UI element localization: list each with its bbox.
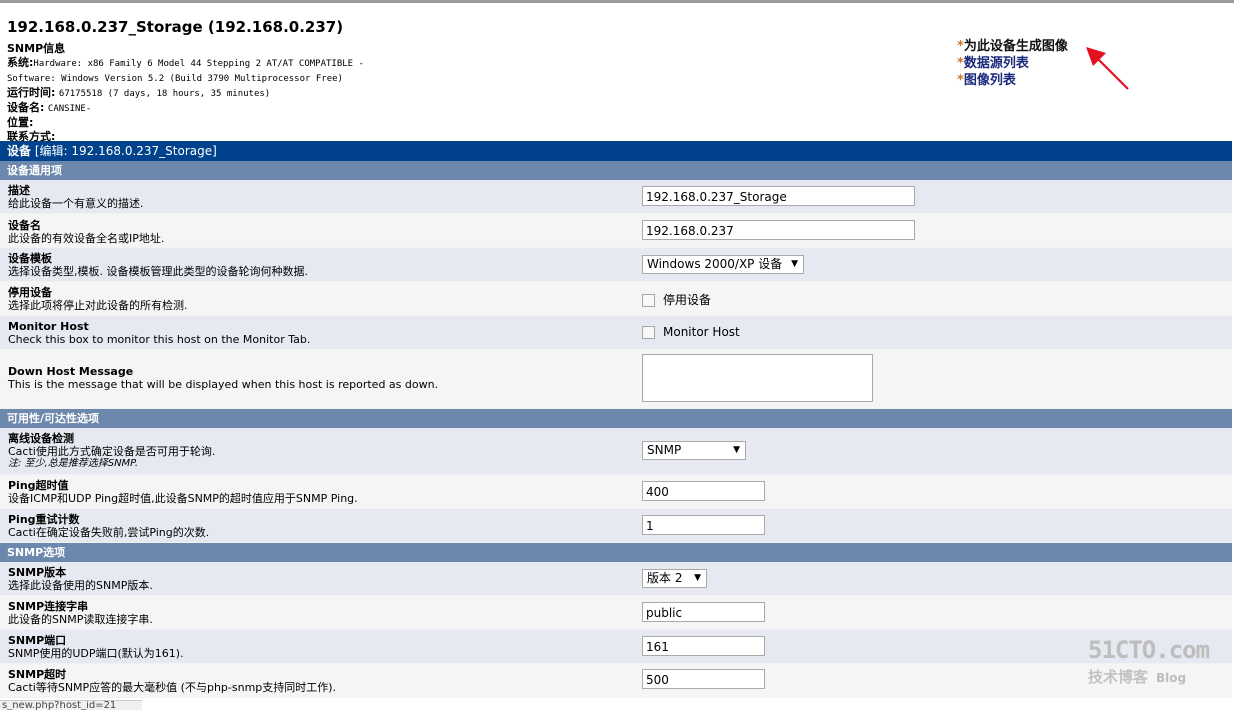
row-snmp-port: SNMP端口 SNMP使用的UDP端口(默认为161). 161: [0, 630, 1232, 664]
snmp-info-label: SNMP信息: [7, 42, 66, 55]
monitor-host-checkbox[interactable]: [642, 326, 655, 339]
section-general: 设备通用项: [0, 161, 1232, 180]
page-title: 192.168.0.237_Storage (192.168.0.237): [7, 18, 344, 36]
row-snmp-community: SNMP连接字串 此设备的SNMP读取连接字串. public: [0, 596, 1232, 630]
down-message-textarea[interactable]: [642, 354, 873, 402]
row-downed-detection: 离线设备检测 Cacti使用此方式确定设备是否可用于轮询. 注: 至少,总是推荐…: [0, 428, 1232, 475]
top-border: [0, 0, 1234, 3]
data-source-list-link[interactable]: *数据源列表: [957, 55, 1068, 72]
system-label: 系统:: [7, 56, 34, 69]
system-value-2: Software: Windows Version 5.2 (Build 379…: [7, 74, 343, 84]
chevron-down-icon: ▼: [791, 259, 798, 269]
row-hostname: 设备名 此设备的有效设备全名或IP地址. 192.168.0.237: [0, 214, 1232, 248]
section-availability: 可用性/可达性选项: [0, 409, 1232, 428]
location-label: 位置:: [7, 116, 34, 129]
row-description: 描述 给此设备一个有意义的描述. 192.168.0.237_Storage: [0, 180, 1232, 214]
ping-timeout-input[interactable]: 400: [642, 481, 765, 501]
device-title-bar: 设备 [编辑: 192.168.0.237_Storage]: [0, 141, 1232, 161]
ping-retry-input[interactable]: 1: [642, 515, 765, 535]
row-snmp-version: SNMP版本 选择此设备使用的SNMP版本. 版本 2 ▼: [0, 562, 1232, 596]
hostname-label: 设备名:: [7, 101, 45, 114]
row-ping-timeout: Ping超时值 设备ICMP和UDP Ping超时值,此设备SNMP的超时值应用…: [0, 475, 1232, 509]
snmp-port-input[interactable]: 161: [642, 636, 765, 656]
device-links: *为此设备生成图像 *数据源列表 *图像列表: [957, 38, 1068, 89]
hostname-value: CANSINE-: [47, 104, 92, 114]
row-template: 设备模板 选择设备类型,模板. 设备模板管理此类型的设备轮询何种数据. Wind…: [0, 248, 1232, 282]
system-value-1: Hardware: x86 Family 6 Model 44 Stepping…: [33, 59, 364, 69]
description-input[interactable]: 192.168.0.237_Storage: [642, 186, 915, 206]
chevron-down-icon: ▼: [733, 445, 740, 455]
chevron-down-icon: ▼: [694, 573, 701, 583]
snmp-community-input[interactable]: public: [642, 602, 765, 622]
section-snmp: SNMP选项: [0, 543, 1232, 562]
graph-list-link[interactable]: *图像列表: [957, 72, 1068, 89]
device-form: 设备 [编辑: 192.168.0.237_Storage] 设备通用项 描述 …: [0, 141, 1232, 698]
snmp-version-select[interactable]: 版本 2 ▼: [642, 569, 707, 588]
uptime-label: 运行时间:: [7, 86, 56, 99]
uptime-value: 67175518 (7 days, 18 hours, 35 minutes): [58, 89, 271, 99]
row-snmp-timeout: SNMP超时 Cacti等待SNMP应答的最大毫秒值 (不与php-snmp支持…: [0, 664, 1232, 698]
red-arrow-annotation: [1086, 47, 1129, 90]
disable-device-checkbox[interactable]: [642, 294, 655, 307]
row-down-message: Down Host Message This is the message th…: [0, 350, 1232, 409]
hostname-input[interactable]: 192.168.0.237: [642, 220, 915, 240]
row-ping-retry: Ping重试计数 Cacti在确定设备失败前,尝试Ping的次数. 1: [0, 509, 1232, 543]
watermark-logo: 51CTO.com 技术博客 Blog: [1088, 636, 1210, 686]
row-disable: 停用设备 选择此项将停止对此设备的所有检测. 停用设备: [0, 282, 1232, 316]
template-select[interactable]: Windows 2000/XP 设备 ▼: [642, 255, 804, 274]
create-graphs-link[interactable]: *为此设备生成图像: [957, 38, 1068, 55]
snmp-timeout-input[interactable]: 500: [642, 669, 765, 689]
row-monitor: Monitor Host Check this box to monitor t…: [0, 316, 1232, 350]
device-header: 192.168.0.237_Storage (192.168.0.237) SN…: [7, 18, 937, 144]
detection-select[interactable]: SNMP ▼: [642, 441, 746, 460]
